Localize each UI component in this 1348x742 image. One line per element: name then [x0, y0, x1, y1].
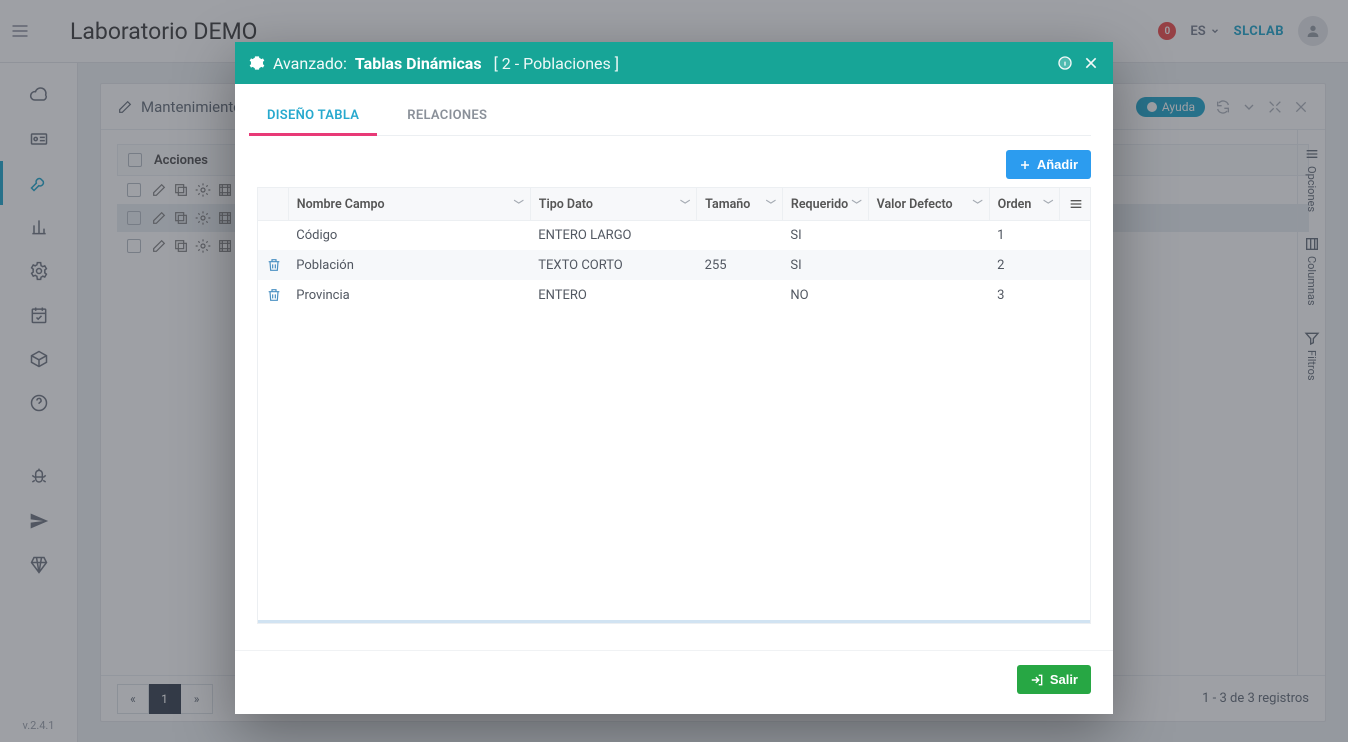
cell-tamano: [697, 221, 783, 251]
exit-icon: [1030, 673, 1044, 687]
cell-nombre: Código: [288, 221, 530, 251]
cell-requerido: NO: [782, 280, 868, 310]
table-row[interactable]: PoblaciónTEXTO CORTO255SI 2: [258, 250, 1090, 280]
modal-title-prefix: Avanzado:: [273, 54, 347, 73]
chevron-down-icon: ﹀: [852, 197, 862, 212]
modal-title-bracket: [ 2 - Poblaciones ]: [494, 54, 619, 73]
cell-tipo: TEXTO CORTO: [530, 250, 696, 280]
cell-orden: 3: [989, 280, 1060, 310]
hamburger-icon: [1068, 196, 1084, 212]
table-row[interactable]: CódigoENTERO LARGO SI 1: [258, 221, 1090, 251]
trash-icon: [266, 287, 282, 303]
modal-tabs: DISEÑO TABLA RELACIONES: [257, 102, 1091, 136]
exit-button-label: Salir: [1050, 672, 1078, 687]
cell-requerido: SI: [782, 221, 868, 251]
cell-defecto: [868, 280, 989, 310]
cell-tipo: ENTERO LARGO: [530, 221, 696, 251]
chevron-down-icon: ﹀: [680, 197, 690, 212]
col-tipo[interactable]: Tipo Dato﹀: [530, 188, 696, 221]
delete-row-button[interactable]: [266, 257, 280, 273]
cell-tipo: ENTERO: [530, 280, 696, 310]
cell-defecto: [868, 250, 989, 280]
modal-footer: Salir: [235, 650, 1113, 714]
cell-orden: 2: [989, 250, 1060, 280]
modal-header: Avanzado: Tablas Dinámicas [ 2 - Poblaci…: [235, 42, 1113, 84]
chevron-down-icon: ﹀: [766, 197, 776, 212]
cell-orden: 1: [989, 221, 1060, 251]
cell-tamano: 255: [697, 250, 783, 280]
chevron-down-icon: ﹀: [973, 197, 983, 212]
modal-title-main: Tablas Dinámicas: [355, 54, 482, 73]
col-menu[interactable]: [1060, 188, 1090, 221]
info-icon[interactable]: [1057, 55, 1073, 71]
col-defecto[interactable]: Valor Defecto﹀: [868, 188, 989, 221]
tab-relations[interactable]: RELACIONES: [403, 102, 491, 135]
col-tamano[interactable]: Tamaño﹀: [697, 188, 783, 221]
close-icon[interactable]: [1083, 55, 1099, 71]
cell-nombre: Provincia: [288, 280, 530, 310]
delete-row-button[interactable]: [266, 287, 280, 303]
add-button-label: Añadir: [1037, 157, 1078, 172]
horizontal-scrollbar[interactable]: [258, 620, 1090, 623]
dynamic-tables-modal: Avanzado: Tablas Dinámicas [ 2 - Poblaci…: [235, 42, 1113, 714]
chevron-down-icon: ﹀: [1043, 197, 1053, 212]
exit-button[interactable]: Salir: [1017, 665, 1091, 694]
add-button[interactable]: Añadir: [1006, 150, 1091, 179]
cell-nombre: Población: [288, 250, 530, 280]
trash-icon: [266, 257, 282, 273]
table-row[interactable]: ProvinciaENTERO NO 3: [258, 280, 1090, 310]
chevron-down-icon: ﹀: [514, 197, 524, 212]
col-delete: [258, 188, 288, 221]
col-requerido[interactable]: Requerido﹀: [782, 188, 868, 221]
gear-icon: [249, 55, 265, 71]
fields-grid: Nombre Campo﹀ Tipo Dato﹀ Tamaño﹀ Requeri…: [257, 187, 1091, 624]
plus-icon: [1019, 159, 1031, 171]
modal-body: DISEÑO TABLA RELACIONES Añadir: [235, 84, 1113, 650]
cell-requerido: SI: [782, 250, 868, 280]
col-nombre[interactable]: Nombre Campo﹀: [288, 188, 530, 221]
modal-overlay[interactable]: Avanzado: Tablas Dinámicas [ 2 - Poblaci…: [0, 0, 1348, 742]
cell-tamano: [697, 280, 783, 310]
tab-design[interactable]: DISEÑO TABLA: [263, 102, 363, 135]
col-orden[interactable]: Orden﹀: [989, 188, 1060, 221]
cell-defecto: [868, 221, 989, 251]
